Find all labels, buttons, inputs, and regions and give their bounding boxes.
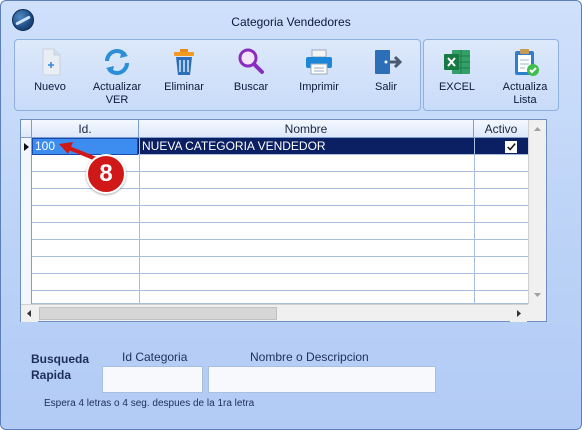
empty-row[interactable] — [32, 223, 528, 240]
eliminar-button[interactable]: Eliminar — [151, 40, 217, 110]
arrow-left-icon — [27, 310, 31, 317]
vertical-scrollbar[interactable] — [528, 120, 546, 304]
excel-icon — [444, 50, 470, 74]
refresh-icon — [105, 49, 129, 75]
cell-activo-checkbox[interactable] — [505, 141, 517, 153]
cell-nombre[interactable]: NUEVA CATEGORIA VENDEDOR — [139, 138, 473, 155]
new-document-icon — [42, 48, 61, 76]
empty-row[interactable] — [32, 240, 528, 257]
empty-row[interactable] — [32, 257, 528, 274]
column-divider — [139, 138, 140, 304]
id-categoria-label: Id Categoria — [122, 350, 188, 364]
row-header-corner — [21, 120, 32, 138]
annotation-badge: 8 — [86, 154, 126, 194]
salir-label: Salir — [374, 81, 397, 93]
buscar-button[interactable]: Buscar — [217, 40, 285, 110]
magnifier-icon — [238, 48, 264, 74]
empty-row[interactable] — [32, 291, 528, 304]
window-title: Categoria Vendedores — [231, 15, 351, 29]
cell-id[interactable]: 100 — [32, 138, 138, 155]
search-hint: Espera 4 letras o 4 seg. despues de la 1… — [44, 398, 255, 409]
arrow-up-icon — [534, 127, 541, 131]
nombre-descripcion-input[interactable] — [208, 366, 436, 393]
salir-button[interactable]: Salir — [353, 40, 419, 110]
scroll-down-button[interactable] — [529, 287, 546, 304]
checkmark-icon — [507, 143, 516, 151]
column-divider — [474, 138, 475, 304]
main-toolbar: Nuevo Actualizar VER Eliminar Buscar Imp… — [14, 39, 421, 111]
imprimir-button[interactable]: Imprimir — [285, 40, 353, 110]
table-row[interactable]: 100 NUEVA CATEGORIA VENDEDOR — [32, 138, 528, 155]
scroll-up-button[interactable] — [529, 120, 546, 137]
quick-search-title-line1: Busqueda — [31, 352, 90, 366]
actualizar-ver-button[interactable]: Actualizar VER — [83, 40, 151, 110]
exit-icon — [375, 50, 402, 74]
current-row-indicator-icon — [24, 143, 29, 151]
scroll-left-button[interactable] — [21, 305, 38, 322]
actualizar-ver-label: Actualizar VER — [92, 81, 142, 106]
printer-icon — [306, 49, 332, 75]
excel-label: EXCEL — [438, 81, 476, 93]
scroll-thumb[interactable] — [39, 307, 277, 320]
column-header-id[interactable]: Id. — [32, 120, 139, 138]
empty-row[interactable] — [32, 274, 528, 291]
eliminar-label: Eliminar — [164, 81, 204, 93]
buscar-label: Buscar — [233, 81, 269, 93]
clipboard-check-icon — [515, 49, 539, 76]
id-categoria-input[interactable] — [102, 366, 203, 393]
column-header-activo[interactable]: Activo — [474, 120, 528, 138]
arrow-right-icon — [517, 310, 521, 317]
export-toolbar: EXCEL Actualiza Lista — [423, 39, 559, 111]
app-window: Categoria Vendedores Nuevo Actualizar VE… — [0, 0, 582, 430]
excel-button[interactable]: EXCEL — [424, 40, 490, 110]
scroll-right-button[interactable] — [510, 305, 527, 322]
empty-row[interactable] — [32, 206, 528, 223]
actualiza-lista-label: Actualiza Lista — [502, 81, 548, 106]
nuevo-label: Nuevo — [34, 81, 66, 93]
trash-icon — [174, 49, 194, 75]
horizontal-scrollbar[interactable] — [21, 304, 528, 322]
data-grid[interactable]: Id. Nombre Activo 100 NUEVA CATEGORIA VE… — [20, 119, 547, 322]
nombre-descripcion-label: Nombre o Descripcion — [250, 350, 369, 364]
imprimir-label: Imprimir — [299, 81, 339, 93]
actualiza-lista-button[interactable]: Actualiza Lista — [492, 40, 558, 110]
grid-header: Id. Nombre Activo — [21, 120, 528, 138]
nuevo-button[interactable]: Nuevo — [17, 40, 83, 110]
column-header-nombre[interactable]: Nombre — [139, 120, 474, 138]
row-header-column — [21, 138, 32, 304]
scrollbar-corner — [528, 304, 546, 321]
quick-search-title-line2: Rapida — [31, 368, 72, 382]
arrow-down-icon — [534, 293, 541, 297]
title-bar: Categoria Vendedores — [1, 1, 581, 35]
